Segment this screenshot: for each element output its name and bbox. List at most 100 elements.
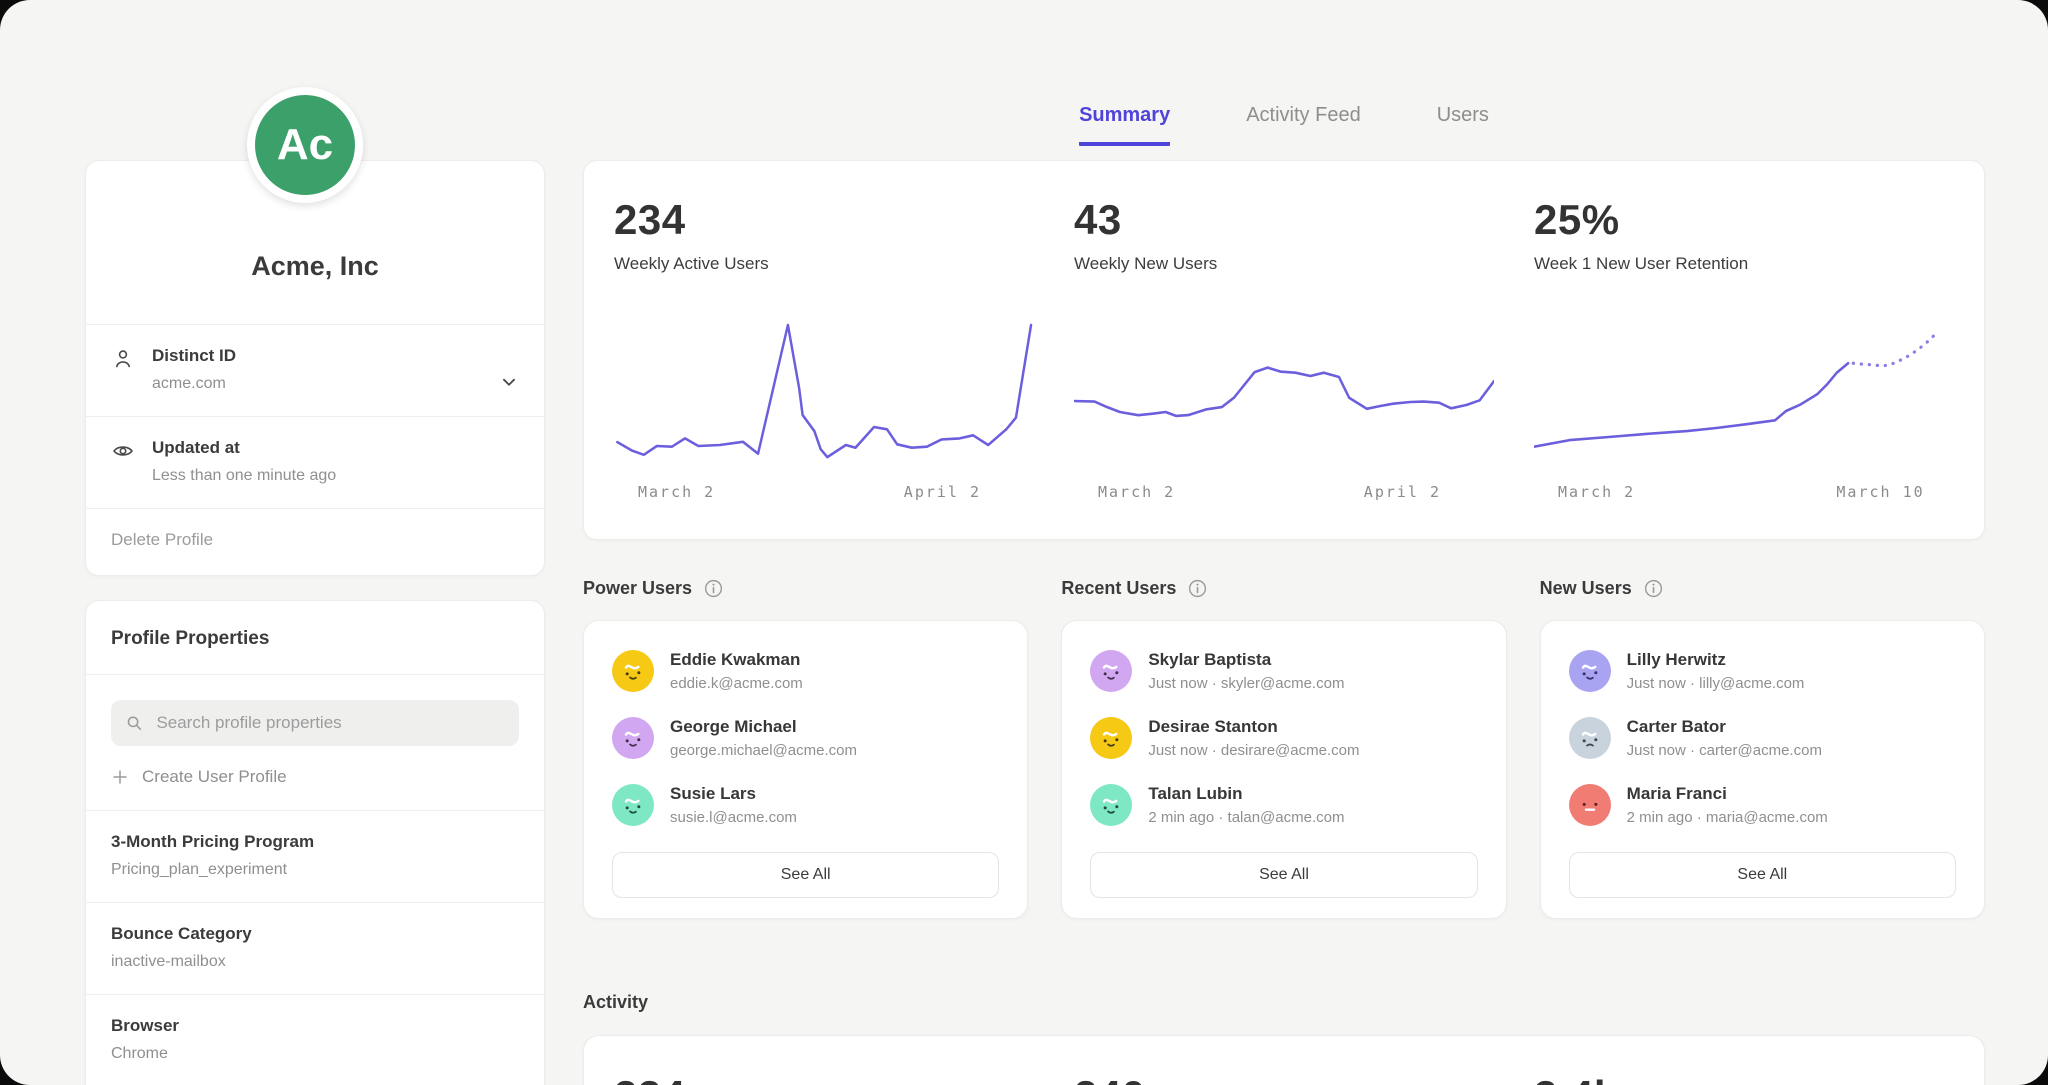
- property-value: Pricing_plan_experiment: [111, 861, 519, 879]
- stat-label: Weekly Active Users: [614, 254, 1034, 274]
- user-sections: Power Users: [583, 578, 1985, 919]
- recent-users-section: Recent Users: [1061, 578, 1506, 919]
- section-header: Recent Users: [1061, 578, 1506, 599]
- face-icon: [1097, 657, 1125, 685]
- property-item[interactable]: Bounce Category inactive-mailbox: [86, 902, 544, 994]
- user-subtext: 2 min ago · maria@acme.com: [1627, 809, 1828, 826]
- plus-icon: [111, 768, 129, 786]
- user-row[interactable]: Talan Lubin 2 min ago · talan@acme.com: [1090, 784, 1477, 826]
- create-user-profile-button[interactable]: Create User Profile: [111, 767, 519, 787]
- field-label: Updated at: [152, 438, 336, 458]
- activity-title: Activity: [583, 992, 648, 1013]
- x-tick: April 2: [904, 483, 981, 501]
- user-avatar: [1569, 784, 1611, 826]
- x-tick: March 2: [1558, 483, 1635, 501]
- face-icon: [619, 657, 647, 685]
- tab-users[interactable]: Users: [1437, 104, 1489, 146]
- stat-label: Week 1 New User Retention: [1534, 254, 1954, 274]
- see-all-button[interactable]: See All: [1569, 852, 1956, 898]
- info-icon[interactable]: [1643, 578, 1664, 599]
- x-tick: April 2: [1364, 483, 1441, 501]
- search-profile-properties[interactable]: [111, 700, 519, 746]
- week1-retention-chart: [1534, 301, 1954, 471]
- x-axis: March 2 April 2: [614, 483, 1034, 503]
- user-row[interactable]: Lilly Herwitz Just now · lilly@acme.com: [1569, 650, 1956, 692]
- user-subtext: Just now · skyler@acme.com: [1148, 675, 1344, 692]
- user-subtext: Just now · desirare@acme.com: [1148, 742, 1359, 759]
- info-icon[interactable]: [703, 578, 724, 599]
- user-subtext: eddie.k@acme.com: [670, 675, 803, 692]
- stat-weekly-active-users: 234 Weekly Active Users March 2 April 2: [614, 196, 1034, 515]
- eye-icon: [111, 439, 135, 463]
- user-row[interactable]: Desirae Stanton Just now · desirare@acme…: [1090, 717, 1477, 759]
- distinct-id-row[interactable]: Distinct ID acme.com: [86, 324, 544, 416]
- user-row[interactable]: Maria Franci 2 min ago · maria@acme.com: [1569, 784, 1956, 826]
- user-subtext: Just now · lilly@acme.com: [1627, 675, 1805, 692]
- property-value: inactive-mailbox: [111, 953, 519, 971]
- user-row[interactable]: Skylar Baptista Just now · skyler@acme.c…: [1090, 650, 1477, 692]
- face-icon: [619, 791, 647, 819]
- property-label: Browser: [111, 1016, 519, 1036]
- property-item[interactable]: Browser Chrome: [86, 994, 544, 1085]
- search-input[interactable]: [154, 712, 505, 734]
- new-users-card: Lilly Herwitz Just now · lilly@acme.com …: [1540, 620, 1985, 919]
- profile-dashboard-page: Ac Acme, Inc Distinct ID acme.com Update…: [0, 0, 2048, 1085]
- activity-stat: 240: [1074, 1072, 1494, 1085]
- user-row[interactable]: George Michael george.michael@acme.com: [612, 717, 999, 759]
- user-avatar: [1090, 784, 1132, 826]
- stat-week1-retention: 25% Week 1 New User Retention March 2 Ma…: [1534, 196, 1954, 515]
- face-icon: [1576, 791, 1604, 819]
- user-row[interactable]: Eddie Kwakman eddie.k@acme.com: [612, 650, 999, 692]
- recent-users-card: Skylar Baptista Just now · skyler@acme.c…: [1061, 620, 1506, 919]
- property-label: 3-Month Pricing Program: [111, 832, 519, 852]
- person-icon: [111, 347, 135, 371]
- tab-activity-feed[interactable]: Activity Feed: [1246, 104, 1360, 146]
- user-name: Skylar Baptista: [1148, 650, 1344, 670]
- user-avatar: [612, 650, 654, 692]
- user-name: Susie Lars: [670, 784, 797, 804]
- user-avatar: [1569, 717, 1611, 759]
- section-title: Power Users: [583, 578, 692, 599]
- user-avatar: [1090, 650, 1132, 692]
- property-item[interactable]: 3-Month Pricing Program Pricing_plan_exp…: [86, 810, 544, 902]
- user-row[interactable]: Carter Bator Just now · carter@acme.com: [1569, 717, 1956, 759]
- power-users-section: Power Users: [583, 578, 1028, 919]
- property-label: Bounce Category: [111, 924, 519, 944]
- user-name: Talan Lubin: [1148, 784, 1344, 804]
- face-icon: [1576, 724, 1604, 752]
- section-title: Recent Users: [1061, 578, 1176, 599]
- user-name: Carter Bator: [1627, 717, 1822, 737]
- user-subtext: susie.l@acme.com: [670, 809, 797, 826]
- tab-bar: Summary Activity Feed Users: [583, 104, 1985, 146]
- create-user-profile-label: Create User Profile: [142, 767, 287, 787]
- user-name: Desirae Stanton: [1148, 717, 1359, 737]
- stat-weekly-new-users: 43 Weekly New Users March 2 April 2: [1074, 196, 1494, 515]
- info-icon[interactable]: [1187, 578, 1208, 599]
- face-icon: [1097, 791, 1125, 819]
- user-avatar: [612, 717, 654, 759]
- user-subtext: 2 min ago · talan@acme.com: [1148, 809, 1344, 826]
- updated-at-row: Updated at Less than one minute ago: [86, 416, 544, 508]
- tab-summary[interactable]: Summary: [1079, 104, 1170, 146]
- see-all-button[interactable]: See All: [612, 852, 999, 898]
- field-label: Distinct ID: [152, 346, 236, 366]
- section-title: New Users: [1540, 578, 1632, 599]
- user-subtext: Just now · carter@acme.com: [1627, 742, 1822, 759]
- face-icon: [1576, 657, 1604, 685]
- summary-stats-card: 234 Weekly Active Users March 2 April 2 …: [583, 160, 1985, 540]
- company-avatar: Ac: [247, 87, 363, 203]
- face-icon: [619, 724, 647, 752]
- x-tick: March 2: [638, 483, 715, 501]
- activity-card: 234 240 3.4k: [583, 1035, 1985, 1085]
- chevron-down-icon[interactable]: [498, 371, 520, 393]
- face-icon: [1097, 724, 1125, 752]
- user-name: Maria Franci: [1627, 784, 1828, 804]
- delete-profile-button[interactable]: Delete Profile: [86, 508, 544, 575]
- user-avatar: [612, 784, 654, 826]
- stat-value: 25%: [1534, 196, 1954, 244]
- section-header: New Users: [1540, 578, 1985, 599]
- see-all-button[interactable]: See All: [1090, 852, 1477, 898]
- user-row[interactable]: Susie Lars susie.l@acme.com: [612, 784, 999, 826]
- section-header: Power Users: [583, 578, 1028, 599]
- profile-properties-card: Profile Properties Create User Profile 3…: [85, 600, 545, 1085]
